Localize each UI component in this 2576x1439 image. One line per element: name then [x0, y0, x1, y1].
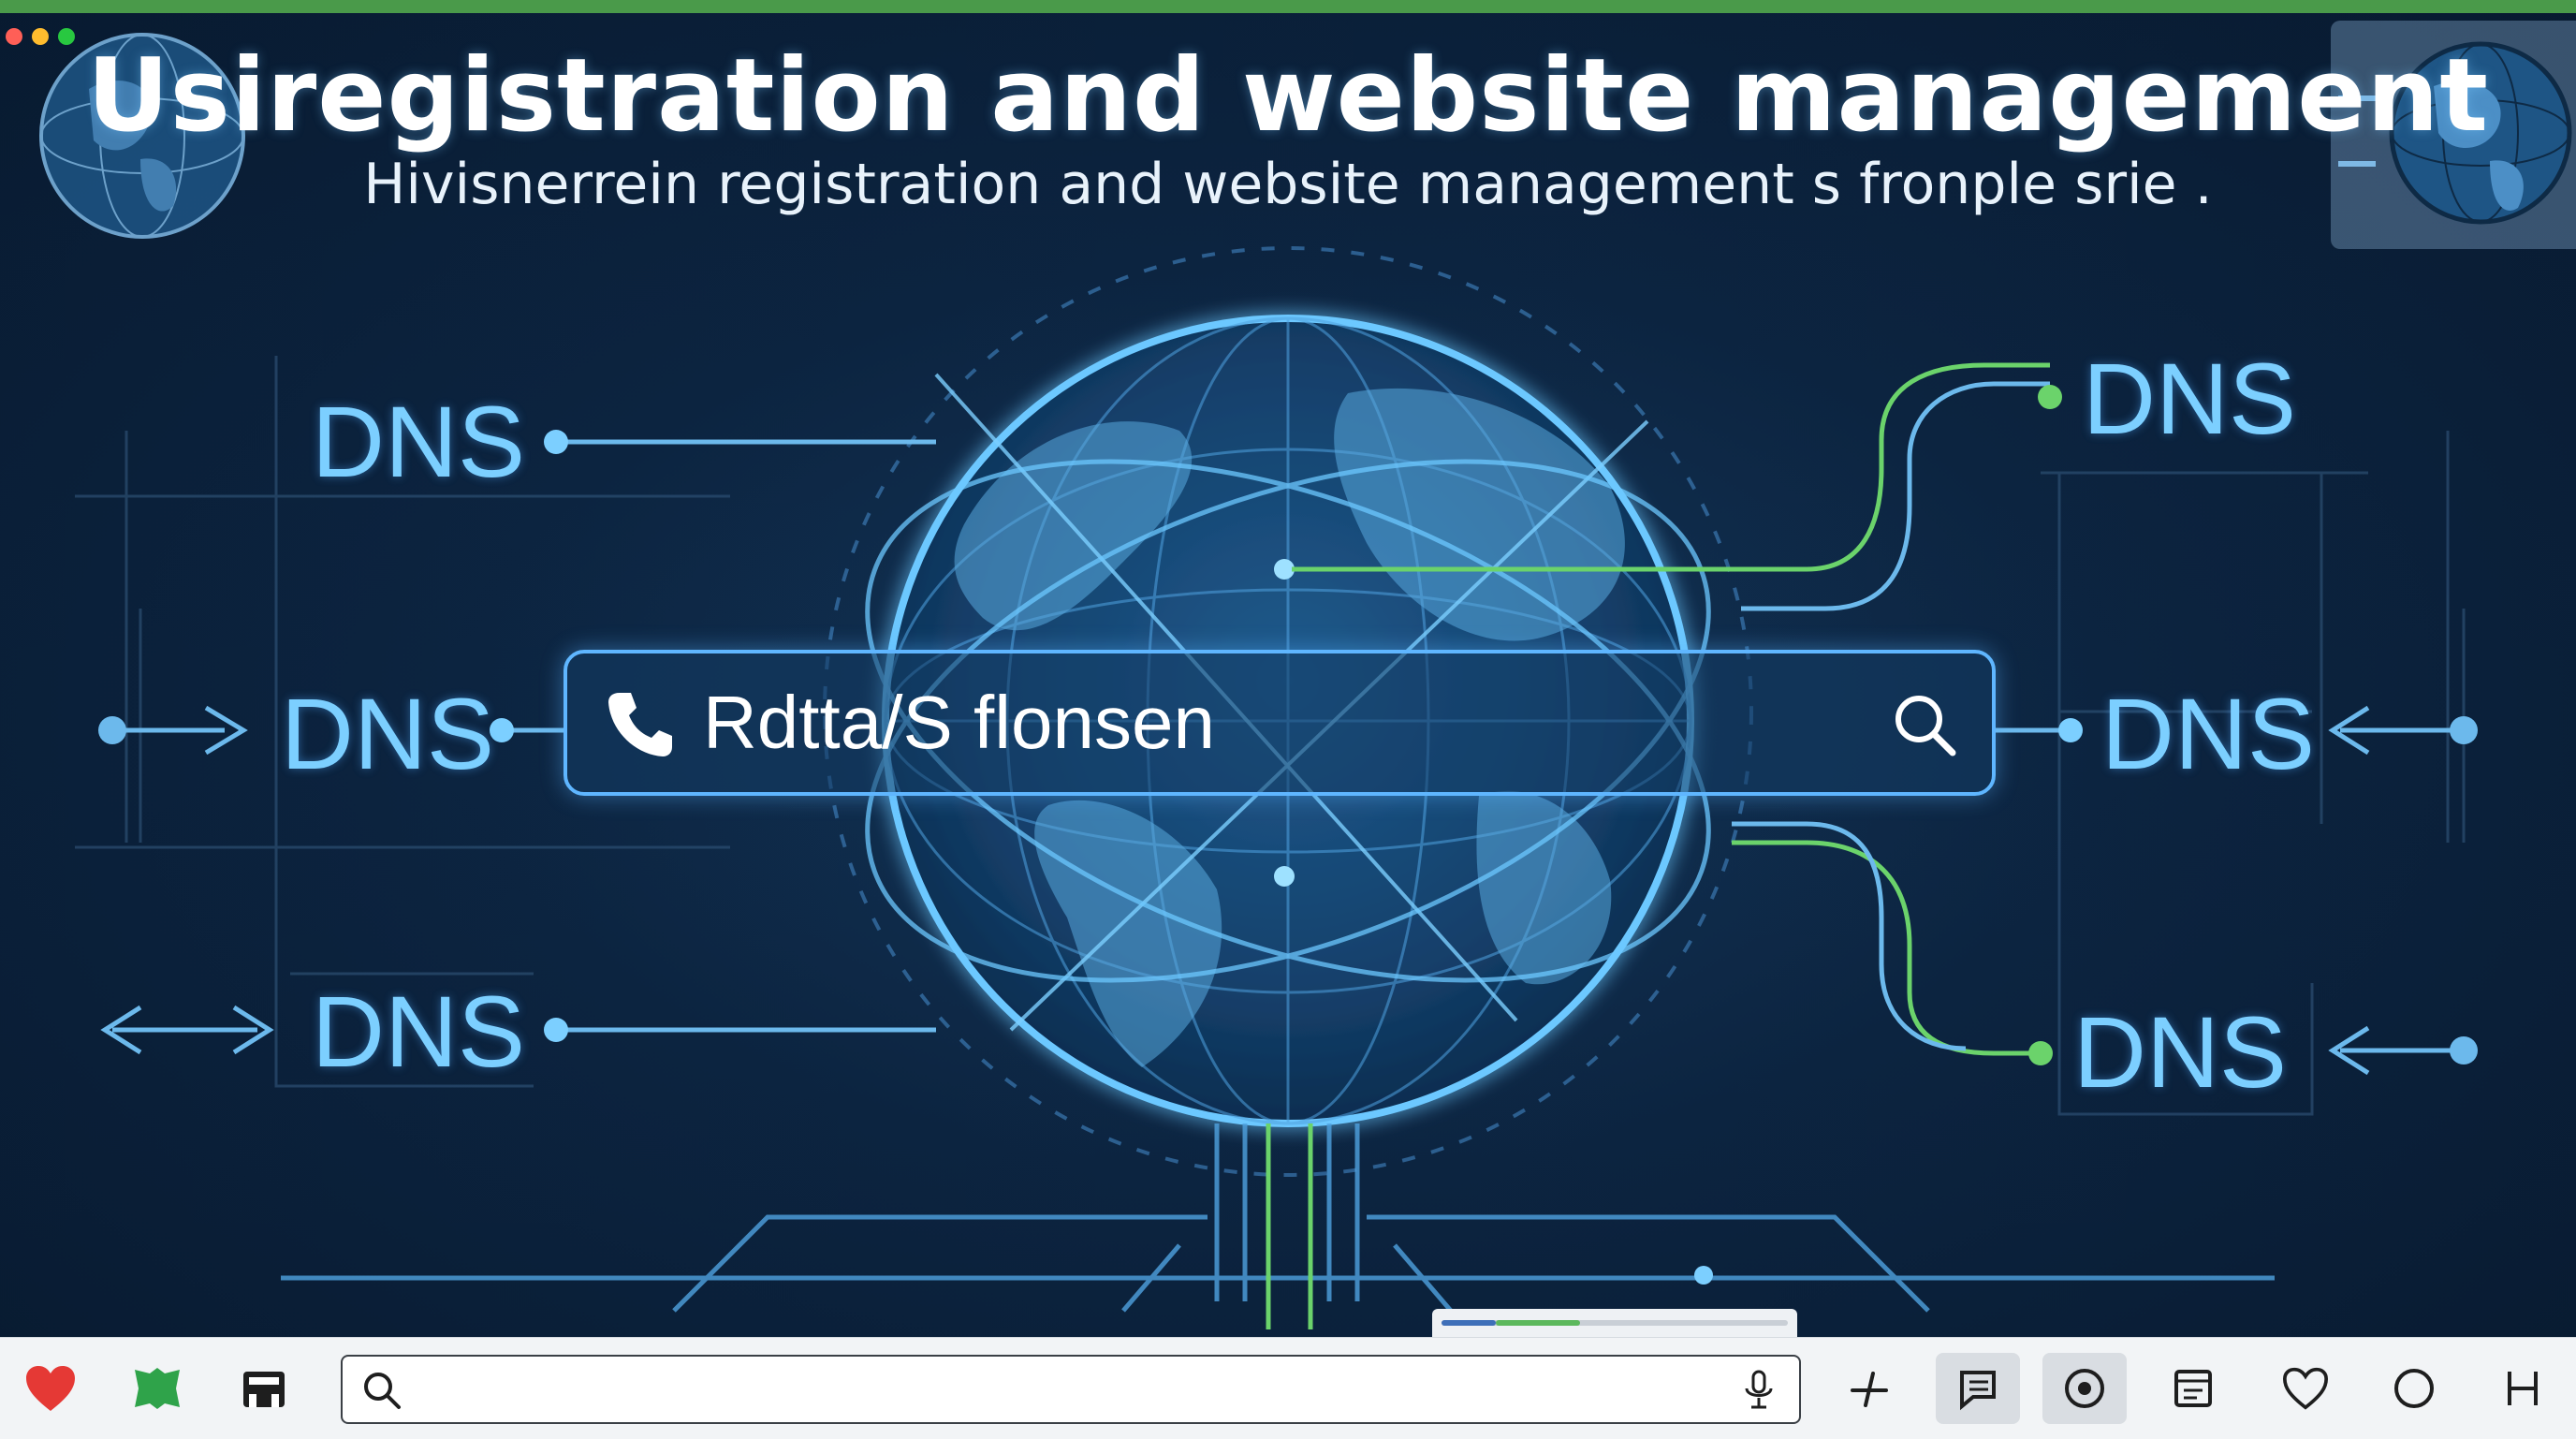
note-icon[interactable]	[2151, 1353, 2235, 1424]
taskbar-search[interactable]	[341, 1355, 1801, 1424]
taskbar	[0, 1337, 2576, 1439]
green-app-icon[interactable]	[129, 1360, 185, 1417]
dns-label-right-top: DNS	[2083, 342, 2297, 455]
heart-icon[interactable]	[22, 1360, 79, 1417]
heart-outline-icon[interactable]	[2263, 1353, 2348, 1424]
microphone-icon[interactable]	[1737, 1368, 1780, 1413]
dark-app-icon[interactable]	[236, 1360, 292, 1417]
dns-label-right-middle: DNS	[2101, 677, 2316, 790]
search-icon	[364, 1373, 401, 1409]
domain-search-bar[interactable]: Rdtta/S flonsen	[564, 650, 1996, 796]
page-subtitle: Hivisnerrein registration and website ma…	[363, 152, 2213, 217]
progress-fill-blue	[1442, 1320, 1496, 1326]
phone-icon	[608, 693, 672, 756]
target-icon[interactable]	[2042, 1353, 2127, 1424]
dns-label-left-top: DNS	[312, 385, 526, 498]
loading-progress	[1432, 1309, 1797, 1337]
circle-icon[interactable]	[2372, 1353, 2456, 1424]
dns-label-left-middle: DNS	[281, 677, 495, 790]
taskbar-search-input[interactable]	[417, 1366, 1713, 1415]
dns-label-right-bottom: DNS	[2073, 995, 2288, 1109]
page-title: Usiregistration and website management	[86, 37, 2490, 154]
h-icon[interactable]	[2481, 1353, 2565, 1424]
progress-fill-green	[1496, 1320, 1580, 1326]
dns-label-left-bottom: DNS	[312, 975, 526, 1088]
search-query-text: Rdtta/S flonsen	[703, 681, 1215, 764]
search-icon[interactable]	[1889, 689, 1960, 760]
pin-icon[interactable]	[1827, 1353, 1911, 1424]
list-icon[interactable]	[1936, 1353, 2020, 1424]
